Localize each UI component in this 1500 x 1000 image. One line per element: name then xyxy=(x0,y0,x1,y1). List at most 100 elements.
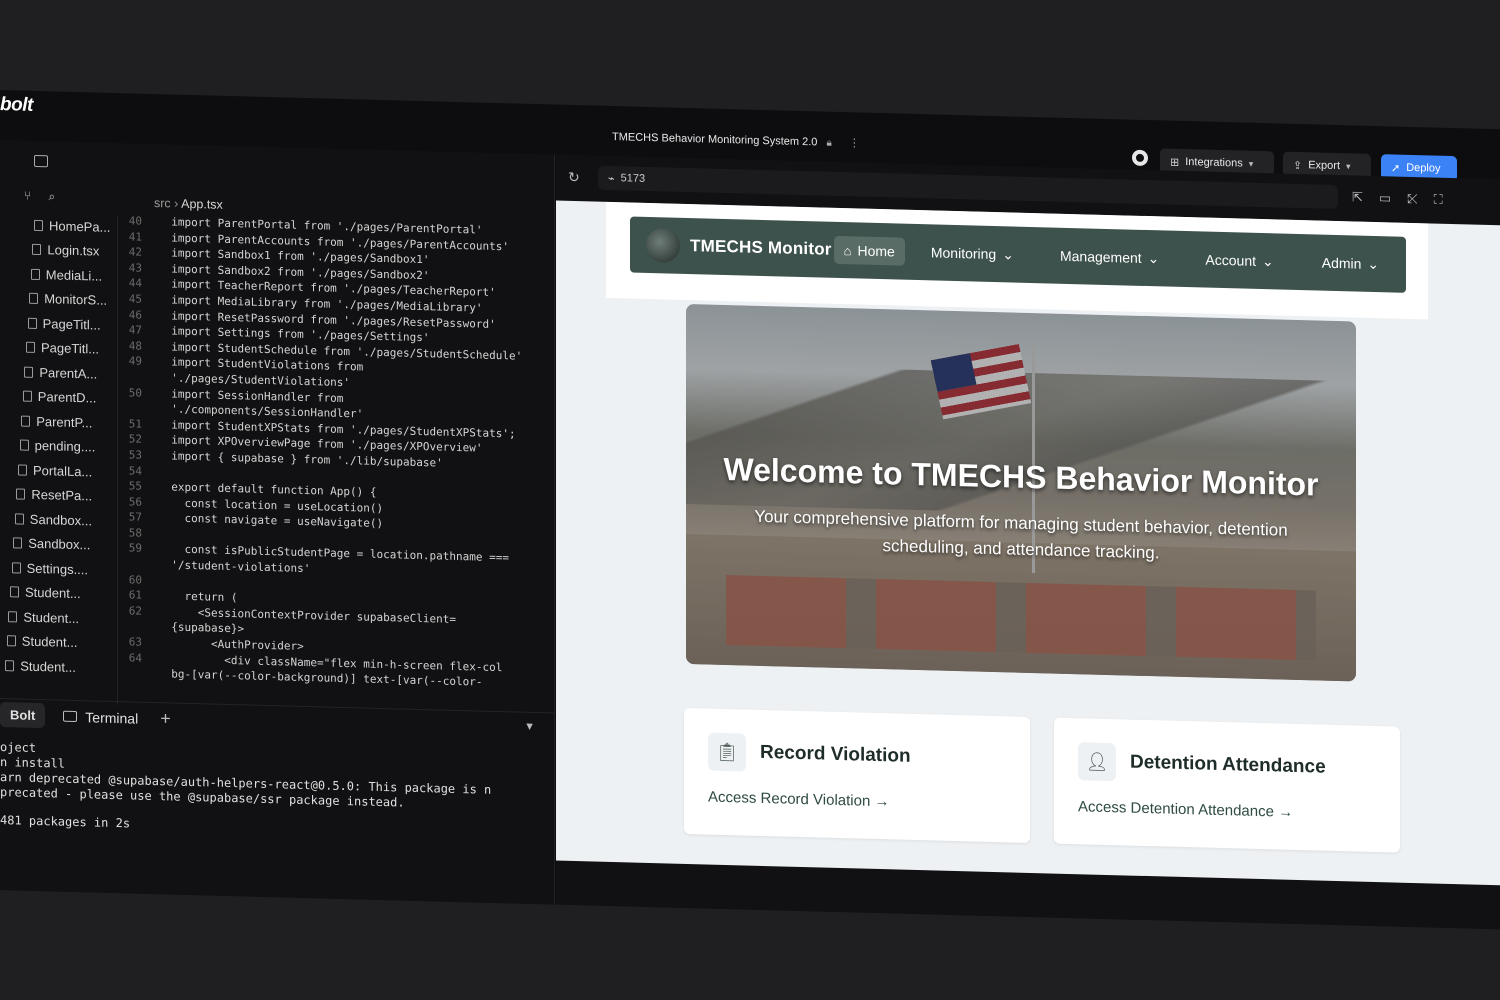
line-number xyxy=(118,369,158,386)
nav-monitoring-label: Monitoring xyxy=(930,244,997,263)
card-record-violation[interactable]: 📋︎ Record Violation Access Record Violat… xyxy=(684,707,1030,843)
line-number: 61 xyxy=(128,588,142,602)
file-icon xyxy=(14,513,24,525)
file-icon xyxy=(21,415,31,427)
nav-monitoring[interactable]: Monitoring ⌄ xyxy=(921,238,1024,270)
brand-title[interactable]: TMECHS Monitor xyxy=(690,236,832,260)
terminal-tab-bar: Bolt Terminal + ▼ xyxy=(0,698,555,745)
line-number: 49 xyxy=(128,354,142,369)
more-options-icon[interactable]: ⋮ xyxy=(849,137,860,149)
file-tree-item[interactable]: Sandbox... xyxy=(0,531,117,559)
nav-home[interactable]: ⌂ Home xyxy=(833,235,905,266)
file-icon xyxy=(27,317,37,329)
file-tree-item[interactable]: Sandbox... xyxy=(0,506,117,534)
file-name: HomePa... xyxy=(49,218,111,235)
sidebar-toggle-icon[interactable] xyxy=(34,154,48,168)
preview-viewport: TMECHS Monitor ⌂ Home Monitoring ⌄ Manag… xyxy=(556,200,1500,886)
file-name: PortalLa... xyxy=(33,462,93,480)
breadcrumb-file[interactable]: App.tsx xyxy=(181,197,223,212)
file-tree-item[interactable]: ParentP... xyxy=(0,408,117,436)
file-icon xyxy=(26,341,35,354)
inspect-icon[interactable]: ⤪ xyxy=(1407,191,1417,207)
file-tree-item[interactable]: MediaLi... xyxy=(0,261,117,289)
file-tree-item[interactable]: PageTitl... xyxy=(0,335,117,363)
card-link[interactable]: Access Record Violation → xyxy=(708,789,889,811)
nav-account-label: Account xyxy=(1205,251,1256,269)
file-name: pending.... xyxy=(34,438,96,455)
clipboard-icon: 📋︎ xyxy=(708,732,746,772)
nav-account[interactable]: Account ⌄ xyxy=(1195,245,1283,276)
stage: bolt TMECHS Behavior Monitoring System 2… xyxy=(0,0,1500,1000)
nav-admin-label: Admin xyxy=(1321,254,1362,272)
project-title-text: TMECHS Behavior Monitoring System 2.0 xyxy=(612,131,818,149)
line-number: 42 xyxy=(128,245,142,259)
breadcrumb-folder[interactable]: src xyxy=(154,196,171,210)
line-number: 55 xyxy=(128,479,142,493)
file-name: MediaLi... xyxy=(45,266,103,284)
code-editor[interactable]: 40 import ParentPortal from './pages/Par… xyxy=(118,213,555,704)
user-check-icon: 👤︎ xyxy=(1078,742,1116,782)
open-external-icon[interactable]: ⇱ xyxy=(1352,189,1363,205)
project-title[interactable]: TMECHS Behavior Monitoring System 2.0 🔒︎… xyxy=(612,130,860,149)
file-tree-item[interactable]: Student... xyxy=(0,580,117,608)
file-tree-item[interactable]: pending.... xyxy=(0,433,117,461)
hero-banner: Welcome to TMECHS Behavior Monitor Your … xyxy=(686,303,1356,682)
file-tree-item[interactable]: Student... xyxy=(0,629,117,657)
file-tree-item[interactable]: PageTitl... xyxy=(0,310,117,338)
bolt-logo[interactable]: bolt xyxy=(0,94,33,117)
file-icon xyxy=(16,488,26,500)
file-name: Student... xyxy=(23,609,80,626)
nav-container: TMECHS Monitor ⌂ Home Monitoring ⌄ Manag… xyxy=(606,201,1428,320)
github-icon[interactable] xyxy=(1132,149,1148,167)
nav-management[interactable]: Management ⌄ xyxy=(1050,241,1169,273)
url-input[interactable]: ⌁ 5173 xyxy=(598,165,1338,210)
device-icon[interactable]: ▭ xyxy=(1379,190,1391,206)
file-name: ParentP... xyxy=(36,413,93,431)
fullscreen-icon[interactable]: ⛶ xyxy=(1434,192,1443,208)
file-tree-item[interactable]: MonitorS... xyxy=(0,286,117,314)
tab-bolt[interactable]: Bolt xyxy=(0,702,46,729)
terminal-icon xyxy=(63,710,78,723)
file-tree-item[interactable]: ResetPa... xyxy=(0,482,117,510)
file-tree-item[interactable]: ParentA... xyxy=(0,359,117,387)
file-tree-item[interactable]: Student... xyxy=(0,604,117,632)
chevron-down-icon[interactable]: ▼ xyxy=(524,721,535,733)
file-icon xyxy=(6,635,16,647)
file-icon xyxy=(19,439,29,451)
file-tree-item[interactable]: PortalLa... xyxy=(0,457,117,485)
file-tree-item[interactable]: Student... xyxy=(0,653,117,681)
nav-home-label: Home xyxy=(857,242,895,260)
add-terminal-icon[interactable]: + xyxy=(160,708,171,729)
nav-admin[interactable]: Admin ⌄ xyxy=(1312,248,1389,279)
file-name: Settings.... xyxy=(26,560,89,578)
search-icon[interactable]: ⌕ xyxy=(49,189,56,203)
line-number: 58 xyxy=(128,526,142,540)
tab-terminal[interactable]: Terminal xyxy=(63,708,138,726)
card-detention-attendance[interactable]: 👤︎ Detention Attendance Access Detention… xyxy=(1054,717,1400,853)
breadcrumb: src › App.tsx xyxy=(154,196,223,212)
line-number xyxy=(118,665,158,682)
line-number: 51 xyxy=(128,417,142,431)
file-icon xyxy=(11,562,21,574)
line-number: 48 xyxy=(128,339,142,353)
terminal-output[interactable]: oject n install arn deprecated @supabase/a… xyxy=(0,740,555,843)
card-link[interactable]: Access Detention Attendance → xyxy=(1078,798,1293,821)
port-icon: ⌁ xyxy=(608,172,615,185)
chevron-down-icon: ⌄ xyxy=(1262,252,1274,269)
bolt-workspace: bolt TMECHS Behavior Monitoring System 2… xyxy=(0,90,1500,930)
file-icon xyxy=(24,366,34,378)
chevron-down-icon: ⌄ xyxy=(1002,245,1014,263)
file-tree-item[interactable]: Login.tsx xyxy=(0,237,117,265)
file-tree-item[interactable]: Settings.... xyxy=(0,555,117,583)
file-tree-icon[interactable]: ⑂ xyxy=(24,189,31,203)
line-number: 57 xyxy=(128,510,142,524)
site-navbar: TMECHS Monitor ⌂ Home Monitoring ⌄ Manag… xyxy=(630,216,1406,293)
file-name: Student... xyxy=(20,658,76,675)
file-name: ResetPa... xyxy=(31,487,93,504)
file-name: Student... xyxy=(21,633,78,651)
file-tree-item[interactable]: ParentD... xyxy=(0,384,117,412)
reload-icon[interactable]: ↻ xyxy=(568,169,580,186)
integrations-icon: ⊞ xyxy=(1170,156,1180,169)
file-tree-item[interactable]: HomePa... xyxy=(0,212,117,240)
export-icon: ⇪ xyxy=(1293,159,1303,172)
